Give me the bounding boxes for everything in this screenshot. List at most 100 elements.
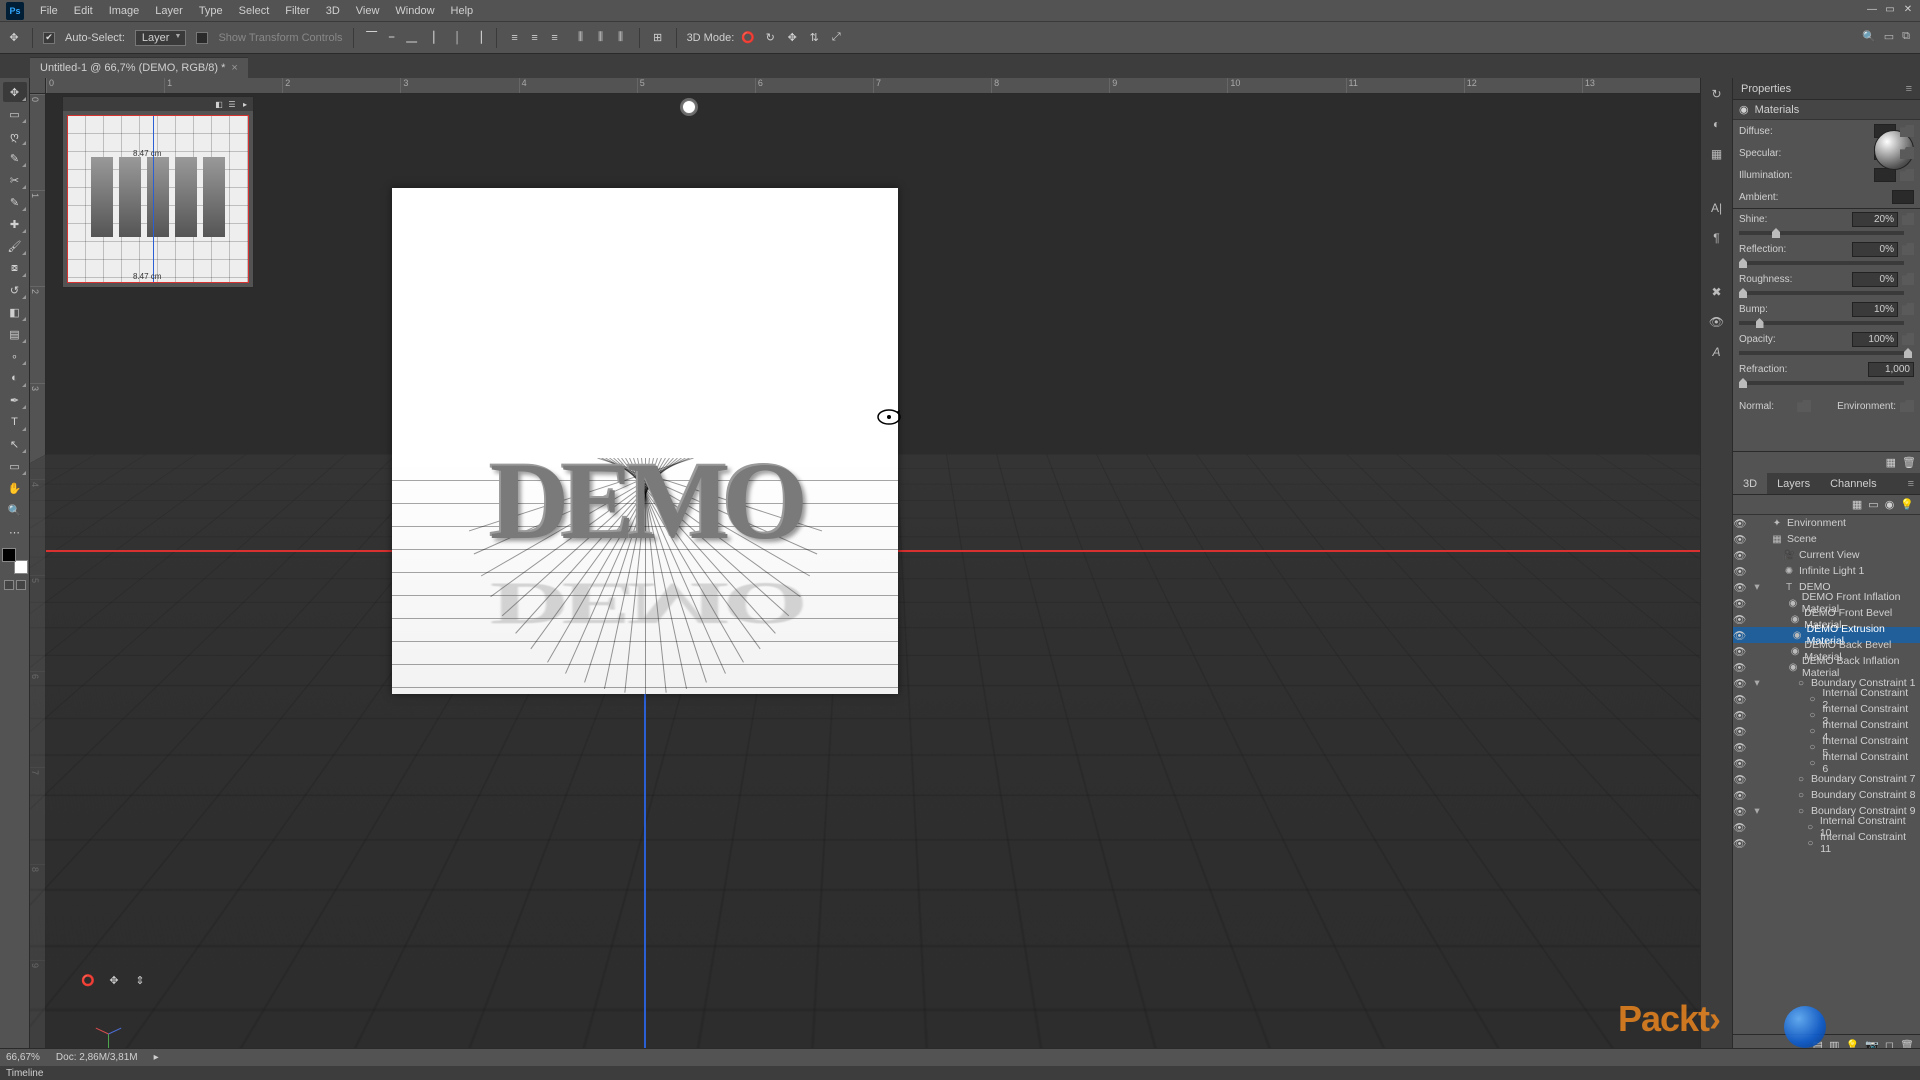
menu-file[interactable]: File — [32, 5, 66, 17]
history-brush-tool[interactable]: ↺ — [3, 280, 27, 300]
character-panel-icon[interactable]: A| — [1707, 198, 1727, 218]
nav-collapse-icon[interactable]: ▸ — [240, 99, 250, 109]
align-vcenter-icon[interactable]: ⎯ — [384, 30, 400, 46]
visibility-eye-icon[interactable]: 👁 — [1733, 693, 1747, 706]
panel-menu-icon[interactable]: ≡ — [1906, 83, 1912, 95]
quick-select-tool[interactable]: ✎ — [3, 148, 27, 168]
ambient-swatch[interactable] — [1892, 190, 1914, 204]
tree-row[interactable]: 👁◉DEMO Back Inflation Material — [1733, 659, 1920, 675]
lasso-tool[interactable]: ღ — [3, 126, 27, 146]
navigator-view-box[interactable] — [67, 115, 249, 283]
glyphs-panel-icon[interactable]: A — [1707, 342, 1727, 362]
refraction-value[interactable]: 1,000 — [1868, 362, 1914, 377]
color-swatches[interactable] — [2, 548, 28, 574]
visibility-eye-icon[interactable]: 👁 — [1733, 581, 1747, 594]
reflection-slider[interactable] — [1739, 261, 1904, 265]
ruler-origin[interactable] — [30, 78, 46, 94]
visibility-eye-icon[interactable]: 👁 — [1733, 821, 1746, 834]
menu-image[interactable]: Image — [101, 5, 148, 17]
tab-channels[interactable]: Channels — [1820, 473, 1886, 494]
status-arrow-icon[interactable]: ▸ — [154, 1052, 159, 1063]
bump-texture-icon[interactable] — [1902, 303, 1914, 315]
menu-type[interactable]: Type — [191, 5, 231, 17]
foreground-color-swatch[interactable] — [2, 548, 16, 562]
illumination-texture-icon[interactable] — [1900, 169, 1914, 181]
tree-row[interactable]: 👁○Boundary Constraint 7 — [1733, 771, 1920, 787]
viewport[interactable]: DEMO DEMO ◧ ☰ ▸ 8.47 cm 8.47 cm — [46, 94, 1700, 1056]
close-tab-icon[interactable]: × — [231, 62, 237, 74]
shape-tool[interactable]: ▭ — [3, 456, 27, 476]
visibility-eye-icon[interactable]: 👁 — [1733, 709, 1747, 722]
auto-align-icon[interactable]: ⊞ — [650, 30, 666, 46]
zoom-level[interactable]: 66,67% — [6, 1052, 40, 1063]
move-tool[interactable]: ✥ — [3, 82, 27, 102]
window-minimize-icon[interactable]: — — [1864, 2, 1880, 16]
document-tab[interactable]: Untitled-1 @ 66,7% (DEMO, RGB/8) * × — [30, 57, 248, 78]
menu-select[interactable]: Select — [231, 5, 278, 17]
dodge-tool[interactable]: ◐ — [3, 368, 27, 388]
tree-row[interactable]: 👁○Boundary Constraint 8 — [1733, 787, 1920, 803]
3d-slide-icon[interactable]: ⇅ — [806, 30, 822, 46]
normal-texture-icon[interactable] — [1797, 400, 1811, 412]
type-tool[interactable]: T — [3, 412, 27, 432]
shine-texture-icon[interactable] — [1902, 213, 1914, 225]
align-top-icon[interactable]: ⎺ — [364, 30, 380, 46]
disclosure-triangle-icon[interactable]: ▾ — [1751, 677, 1763, 689]
blur-tool[interactable]: ∘ — [3, 346, 27, 366]
filter-mesh-icon[interactable]: ▭ — [1868, 498, 1878, 511]
tab-layers[interactable]: Layers — [1767, 473, 1820, 494]
brushes-panel-icon[interactable]: ✖ — [1707, 282, 1727, 302]
artboard[interactable]: DEMO DEMO — [392, 188, 898, 694]
roughness-texture-icon[interactable] — [1902, 273, 1914, 285]
menu-filter[interactable]: Filter — [277, 5, 317, 17]
visibility-eye-icon[interactable]: 👁 — [1733, 629, 1746, 642]
visibility-eye-icon[interactable]: 👁 — [1733, 837, 1746, 850]
environment-texture-icon[interactable] — [1900, 400, 1914, 412]
menu-edit[interactable]: Edit — [66, 5, 101, 17]
visibility-eye-icon[interactable]: 👁 — [1733, 741, 1747, 754]
filter-material-icon[interactable]: ◉ — [1885, 498, 1895, 511]
visibility-eye-icon[interactable]: 👁 — [1733, 565, 1747, 578]
navigator-panel[interactable]: ◧ ☰ ▸ 8.47 cm 8.47 cm — [62, 96, 254, 288]
align-bottom-icon[interactable]: ⎽ — [404, 30, 420, 46]
diffuse-texture-icon[interactable] — [1900, 125, 1914, 137]
zoom-tool[interactable]: 🔍 — [3, 500, 27, 520]
tree-row[interactable]: 👁○Internal Constraint 6 — [1733, 755, 1920, 771]
distribute-top-icon[interactable]: ≡ — [507, 30, 523, 46]
visibility-eye-icon[interactable]: 👁 — [1733, 517, 1747, 530]
marquee-tool[interactable]: ▭ — [3, 104, 27, 124]
doc-size[interactable]: Doc: 2,86M/3,81M — [56, 1052, 138, 1063]
paragraph-panel-icon[interactable]: ¶ — [1707, 228, 1727, 248]
light-widget-icon[interactable] — [682, 100, 696, 114]
menu-view[interactable]: View — [348, 5, 388, 17]
menu-window[interactable]: Window — [387, 5, 442, 17]
align-right-icon[interactable]: ▕ — [470, 30, 486, 46]
align-hcenter-icon[interactable]: │ — [450, 30, 466, 46]
gradient-tool[interactable]: ▤ — [3, 324, 27, 344]
distribute-vcenter-icon[interactable]: ≡ — [527, 30, 543, 46]
visibility-eye-icon[interactable]: 👁 — [1733, 805, 1747, 818]
3d-orbit-icon[interactable]: ⭕ — [740, 30, 756, 46]
healing-tool[interactable]: ✚ — [3, 214, 27, 234]
hand-tool[interactable]: ✋ — [3, 478, 27, 498]
screen-mode-icon[interactable] — [16, 580, 26, 590]
tree-row[interactable]: 👁✦Environment — [1733, 515, 1920, 531]
visibility-eye-icon[interactable]: 👁 — [1733, 773, 1747, 786]
distribute-bottom-icon[interactable]: ≡ — [547, 30, 563, 46]
filter-scene-icon[interactable]: ▦ — [1852, 498, 1862, 511]
visibility-eye-icon[interactable]: 👁 — [1733, 549, 1747, 562]
menu-help[interactable]: Help — [443, 5, 482, 17]
distribute-right-icon[interactable]: ⫼ — [613, 30, 629, 46]
pen-tool[interactable]: ✒ — [3, 390, 27, 410]
visibility-eye-icon[interactable]: 👁 — [1733, 533, 1747, 546]
new-material-icon[interactable]: ▦ — [1886, 456, 1896, 469]
eyedropper-tool[interactable]: ✎ — [3, 192, 27, 212]
3d-text-object[interactable]: DEMO — [490, 438, 800, 565]
adjustments-panel-icon[interactable]: ◐ — [1707, 114, 1727, 134]
3d-axis-widget[interactable] — [94, 1006, 124, 1036]
visibility-eye-icon[interactable]: 👁 — [1733, 725, 1747, 738]
nav-menu-icon[interactable]: ☰ — [227, 99, 237, 109]
distribute-hcenter-icon[interactable]: ⫼ — [593, 30, 609, 46]
align-left-icon[interactable]: ▏ — [430, 30, 446, 46]
dolly-icon[interactable]: ⇕ — [132, 972, 148, 988]
